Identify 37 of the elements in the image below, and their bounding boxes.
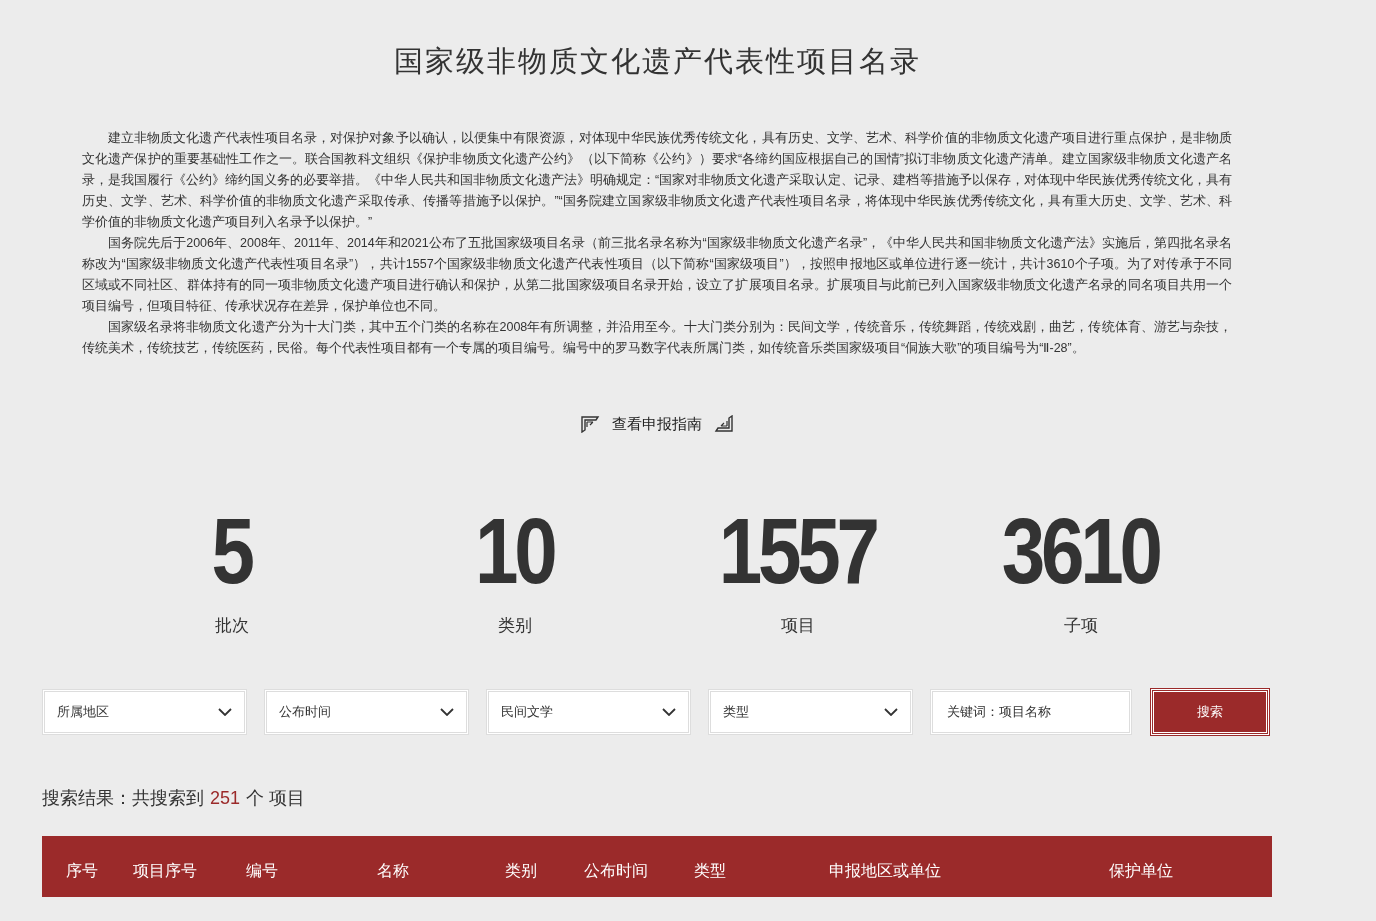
column-header: 编号 bbox=[246, 860, 278, 881]
filter-dropdown[interactable]: 类型 bbox=[708, 688, 913, 735]
column-header: 保护单位 bbox=[1109, 860, 1173, 881]
column-header: 序号 bbox=[66, 860, 98, 881]
chevron-down-icon bbox=[884, 707, 898, 716]
chevron-down-icon bbox=[440, 707, 454, 716]
column-header: 公布时间 bbox=[584, 860, 648, 881]
filter-dropdown[interactable]: 公布时间 bbox=[264, 688, 469, 735]
page-title: 国家级非物质文化遗产代表性项目名录 bbox=[393, 43, 921, 80]
stat-label: 项目 bbox=[780, 615, 815, 637]
stat-label: 子项 bbox=[1063, 615, 1098, 637]
intro-paragraph: 国务院先后于2006年、2008年、2011年、2014年和2021公布了五批国家级项目名录（前三批名录名称为“国家级非物质文化遗产名录”，《中华人民共和国非物质文化遗产法》实施后，第四批名录名称改为“国家级非物质文化遗产代表性项目名录”），共计1557个国家级非物质文化遗产代表性项目（以下简称“国家级项目”），按照申报地区或单位进行逐一统计，共计3610个子项。为了对传承于不同区域或不同社区、群体持有的同一项非物质文化遗产项目进行确认和保护，从第二批国家级项目名录开始，设立了扩展项目名录。扩展项目与此前已列入国家级非物质文化遗产名录的同名项目共用一个项目编号，但项目特征、传承状况存在差异，保护单位也不同。 bbox=[82, 234, 1232, 315]
stat-number: 1557 bbox=[719, 505, 876, 597]
guide-link[interactable]: 查看申报指南 bbox=[612, 412, 702, 435]
result-suffix: 个 项目 bbox=[246, 786, 306, 810]
stat-label: 类别 bbox=[497, 615, 532, 637]
stat-number: 3610 bbox=[1002, 505, 1159, 597]
intro-paragraph: 国家级名录将非物质文化遗产分为十大门类，其中五个门类的名称在2008年有所调整，并沿用至今。十大门类分别为：民间文学，传统音乐，传统舞蹈，传统戏剧，曲艺，传统体育、游艺与杂技，传统美术，传统技艺，传统医药，民俗。每个代表性项目都有一个专属的项目编号。编号中的罗马数字代表所属门类，如传统音乐类国家级项目“侗族大歌”的项目编号为“Ⅱ-28”。 bbox=[82, 318, 1232, 357]
stat-label: 批次 bbox=[214, 615, 249, 637]
result-label: 搜索结果：共搜索到 bbox=[42, 786, 204, 810]
chevron-down-icon bbox=[662, 707, 676, 716]
column-header: 申报地区或单位 bbox=[829, 860, 941, 881]
intro-paragraph: 建立非物质文化遗产代表性项目名录，对保护对象予以确认，以便集中有限资源，对体现中华民族优秀传统文化，具有历史、文学、艺术、科学价值的非物质文化遗产项目进行重点保护，是非物质文化遗产保护的重要基础性工作之一。联合国教科文组织《保护非物质文化遗产公约》（以下简称《公约》）要求“各缔约国应根据自己的国情”拟订非物质文化遗产清单。建立国家级非物质文化遗产名录，是我国履行《公约》缔约国义务的必要举措。《中华人民共和国非物质文化遗产法》明确规定：“国家对非物质文化遗产采取认定、记录、建档等措施予以保存，对体现中华民族优秀传统文化，具有历史、文学、艺术、科学价值的非物质文化遗产采取传承、传播等措施予以保护。”“国务院建立国家级非物质文化遗产代表性项目名录，将体现中华民族优秀传统文化，具有重大历史、文学、艺术、科学价值的非物质文化遗产项目列入名录予以保护。” bbox=[82, 129, 1232, 231]
keyword-input[interactable]: 关键词：项目名称 bbox=[930, 688, 1132, 735]
stat-number: 10 bbox=[475, 505, 554, 597]
column-header: 项目序号 bbox=[133, 860, 197, 881]
ornament-icon bbox=[714, 414, 734, 433]
filter-dropdown[interactable]: 所属地区 bbox=[42, 688, 247, 735]
result-count: 251 bbox=[210, 786, 241, 810]
search-button[interactable]: 搜索 bbox=[1151, 688, 1269, 735]
chevron-down-icon bbox=[218, 707, 232, 716]
column-header: 名称 bbox=[377, 860, 409, 881]
filter-dropdown[interactable]: 民间文学 bbox=[486, 688, 691, 735]
stat-number: 5 bbox=[211, 505, 252, 597]
column-header: 类型 bbox=[694, 860, 726, 881]
ornament-icon bbox=[580, 414, 600, 433]
column-header: 类别 bbox=[505, 860, 537, 881]
